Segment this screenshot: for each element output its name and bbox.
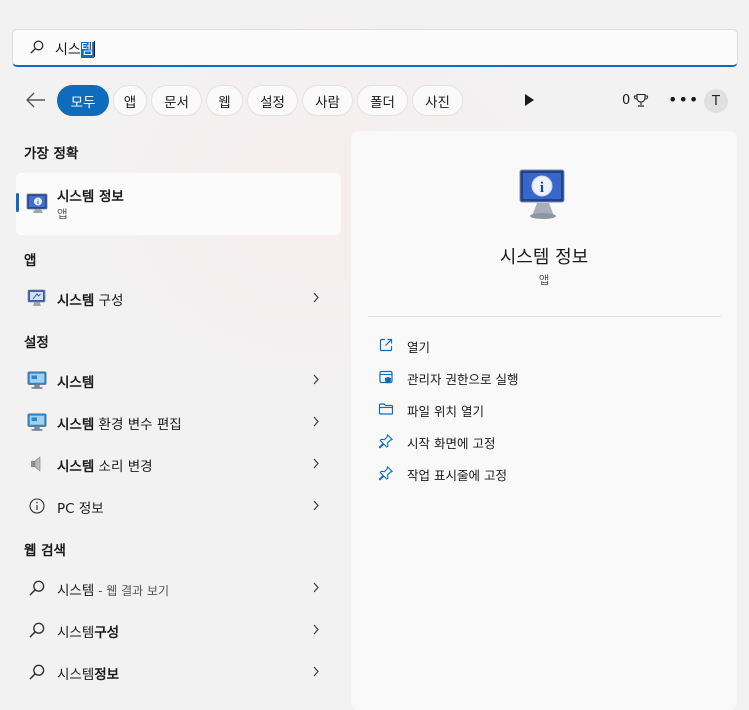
result-label: 시스템정보 xyxy=(57,667,120,683)
action-open-file-location[interactable]: 파일 위치 열기 xyxy=(377,398,484,420)
settings-result-sound[interactable]: 시스템 소리 변경 xyxy=(16,446,341,482)
divider xyxy=(368,316,721,317)
search-input[interactable]: 시스템 xyxy=(12,29,738,67)
action-pin-to-taskbar[interactable]: 작업 표시줄에 고정 xyxy=(377,462,507,484)
pin-icon xyxy=(378,466,393,481)
shield-admin-icon xyxy=(379,370,393,384)
settings-heading: 설정 xyxy=(24,335,49,351)
action-open[interactable]: 열기 xyxy=(377,334,430,356)
result-label: 시스템 환경 변수 편집 xyxy=(57,417,182,433)
points-value: 0 xyxy=(622,93,631,108)
result-label: 시스템 - 웹 결과 보기 xyxy=(57,583,170,599)
search-icon xyxy=(29,664,45,680)
result-label: 시스템 xyxy=(57,375,95,391)
chevron-right-icon xyxy=(313,374,319,385)
action-label: 시작 화면에 고정 xyxy=(407,436,496,451)
open-external-icon xyxy=(379,338,393,352)
filter-chip-settings[interactable]: 설정 xyxy=(247,85,298,116)
result-label: 시스템 구성 xyxy=(57,293,124,309)
filter-chip-documents[interactable]: 문서 xyxy=(151,85,202,116)
back-arrow-icon[interactable] xyxy=(24,89,48,111)
trophy-icon xyxy=(634,93,649,107)
search-query-selected: 템 xyxy=(80,42,94,58)
action-label: 열기 xyxy=(407,340,431,355)
selection-accent xyxy=(16,193,19,212)
search-icon xyxy=(30,40,44,54)
chevron-right-icon xyxy=(313,292,319,303)
system-info-icon: i xyxy=(26,193,48,213)
chevron-right-icon xyxy=(313,666,319,677)
filter-chip-web[interactable]: 웹 xyxy=(206,85,243,116)
result-label: 시스템 소리 변경 xyxy=(57,459,153,475)
best-match-title: 시스템 정보 xyxy=(57,189,124,205)
web-result-1[interactable]: 시스템 - 웹 결과 보기 xyxy=(16,570,341,606)
settings-result-system[interactable]: 시스템 xyxy=(16,362,341,398)
svg-text:i: i xyxy=(540,180,544,196)
settings-result-pc-info[interactable]: PC 정보 xyxy=(16,488,341,524)
detail-subtitle: 앱 xyxy=(538,273,550,287)
action-run-as-admin[interactable]: 관리자 권한으로 실행 xyxy=(377,366,518,388)
search-icon xyxy=(29,622,45,638)
system-config-icon xyxy=(27,289,46,306)
action-label: 관리자 권한으로 실행 xyxy=(407,372,519,387)
action-pin-to-start[interactable]: 시작 화면에 고정 xyxy=(377,430,495,452)
speaker-icon xyxy=(31,456,41,472)
monitor-settings-icon xyxy=(27,413,47,431)
search-query-plain: 시스 xyxy=(55,42,81,58)
more-options-icon[interactable]: ••• xyxy=(668,90,699,109)
action-label: 작업 표시줄에 고정 xyxy=(407,468,507,483)
pin-icon xyxy=(378,434,393,449)
search-icon xyxy=(29,580,45,596)
play-icon[interactable] xyxy=(522,92,536,108)
web-result-3[interactable]: 시스템정보 xyxy=(16,654,341,690)
web-search-heading: 웹 검색 xyxy=(24,543,66,559)
chevron-right-icon xyxy=(313,500,319,511)
best-match-heading: 가장 정확 xyxy=(24,146,79,162)
web-result-2[interactable]: 시스템구성 xyxy=(16,612,341,648)
chevron-right-icon xyxy=(313,582,319,593)
best-match-subtitle: 앱 xyxy=(57,207,68,221)
folder-icon xyxy=(378,403,394,415)
search-query: 시스템 xyxy=(55,39,95,59)
settings-result-env-vars[interactable]: 시스템 환경 변수 편집 xyxy=(16,404,341,440)
best-match-item[interactable]: i 시스템 정보 앱 xyxy=(16,173,341,235)
result-label: PC 정보 xyxy=(57,501,104,517)
rewards-points[interactable]: 0 xyxy=(622,93,649,108)
info-circle-icon xyxy=(29,498,45,514)
chevron-right-icon xyxy=(313,416,319,427)
filter-chip-photos[interactable]: 사진 xyxy=(412,85,463,116)
filter-chip-all[interactable]: 모두 xyxy=(57,85,109,116)
action-label: 파일 위치 열기 xyxy=(407,404,484,419)
detail-title: 시스템 정보 xyxy=(499,247,589,268)
chevron-right-icon xyxy=(313,624,319,635)
filter-chips: 모두 앱 문서 웹 설정 사람 폴더 사진 xyxy=(57,85,463,116)
app-result-system-config[interactable]: 시스템 구성 xyxy=(16,280,341,316)
result-label: 시스템구성 xyxy=(57,625,120,641)
filter-chip-apps[interactable]: 앱 xyxy=(113,85,147,116)
system-info-icon: i xyxy=(519,169,565,219)
monitor-settings-icon xyxy=(27,371,47,389)
filter-chip-folders[interactable]: 폴더 xyxy=(357,85,408,116)
avatar[interactable]: T xyxy=(704,89,728,113)
chevron-right-icon xyxy=(313,458,319,469)
apps-heading: 앱 xyxy=(24,253,37,269)
filter-chip-people[interactable]: 사람 xyxy=(302,85,353,116)
